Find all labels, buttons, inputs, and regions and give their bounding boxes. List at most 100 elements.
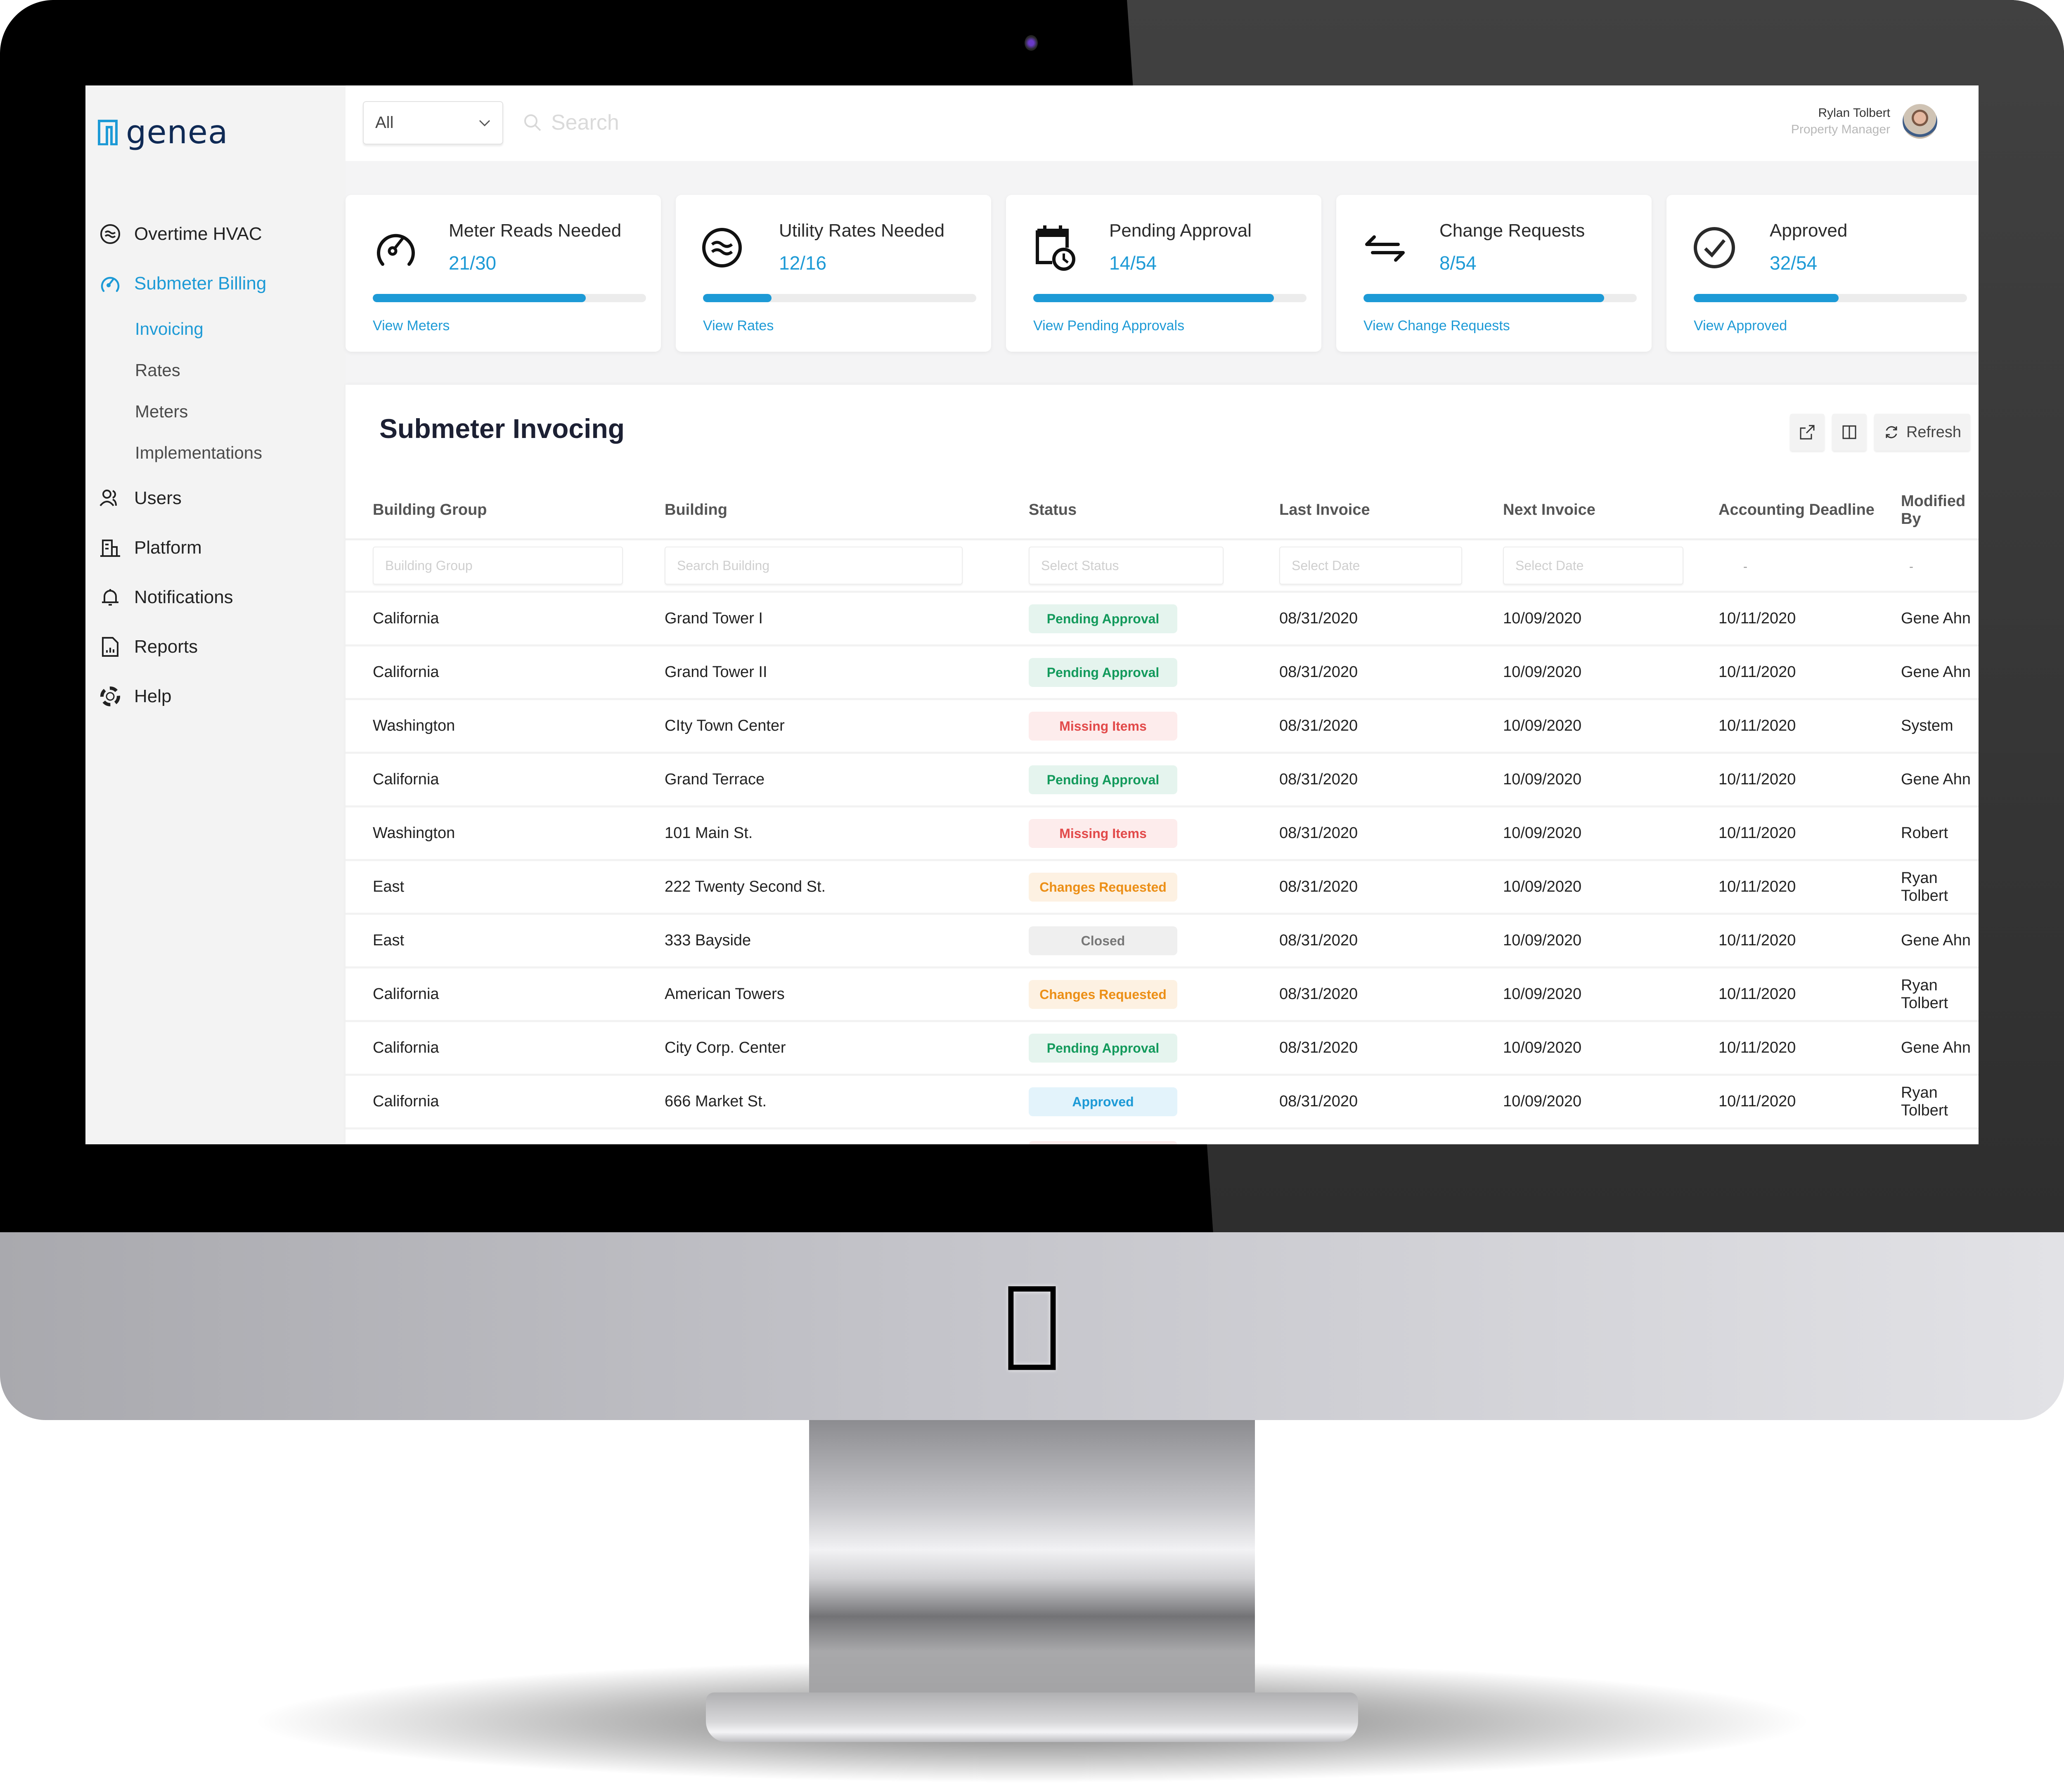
refresh-button[interactable]: Refresh: [1874, 414, 1970, 451]
sidebar-item-label: Help: [134, 686, 172, 706]
building-group-cell: California: [346, 1021, 664, 1076]
last-invoice-cell: 08/31/2020: [1279, 1128, 1503, 1144]
status-cell: Pending Approval: [1028, 753, 1279, 807]
building-group-cell: California: [346, 1128, 664, 1144]
columns-button[interactable]: [1832, 414, 1867, 451]
column-header-building[interactable]: Building: [664, 482, 1028, 540]
view-approved-link[interactable]: View Approved: [1694, 318, 1787, 334]
sidebar-item-platform[interactable]: Platform: [99, 523, 338, 573]
column-header-building-group[interactable]: Building Group: [346, 482, 664, 540]
genea-logo[interactable]: genea: [98, 116, 228, 149]
last-invoice-cell: 08/31/2020: [1279, 753, 1503, 807]
deadline-filter-placeholder: -: [1743, 559, 1747, 573]
sidebar-item-users[interactable]: Users: [99, 473, 338, 523]
table-row[interactable]: California 666 Market St. Approved 08/31/20…: [346, 1075, 1979, 1129]
search-bar: [523, 106, 1142, 139]
building-cell: 222 Twenty Second St.: [664, 860, 1028, 915]
kpi-card-change-requests: Change Requests 8/54 View Change Request…: [1336, 195, 1652, 352]
building-search-filter[interactable]: [665, 547, 963, 585]
sidebar-subitem-implementations[interactable]: Implementations: [135, 432, 338, 473]
status-badge: Pending Approval: [1029, 1033, 1177, 1063]
card-count: 14/54: [1109, 252, 1157, 274]
column-header-last-invoice[interactable]: Last Invoice: [1279, 482, 1503, 540]
table-row[interactable]: California19100 Von Karman AveMissing It…: [346, 1128, 1979, 1144]
avatar[interactable]: [1903, 104, 1937, 139]
modified-by-cell: Ryan Tolbert: [1901, 967, 1979, 1022]
building-cell: American Towers: [664, 967, 1028, 1022]
card-progress-bar: [373, 294, 646, 302]
status-cell: Pending Approval: [1028, 1021, 1279, 1076]
column-header-modified-by[interactable]: Modified By: [1901, 482, 1979, 540]
sidebar-subitem-meters[interactable]: Meters: [135, 391, 338, 432]
accounting-deadline-cell: 10/11/2020: [1718, 914, 1901, 968]
table-row[interactable]: Washington 101 Main St. Missing Items 08/31…: [346, 806, 1979, 861]
table-row[interactable]: California City Corp. Center Pending Appro…: [346, 1021, 1979, 1076]
sidebar-item-label: Overtime HVAC: [134, 224, 262, 244]
status-badge: Missing Items: [1029, 711, 1177, 741]
sidebar-item-reports[interactable]: Reports: [99, 622, 338, 672]
next-invoice-cell: 10/09/2020: [1503, 806, 1718, 861]
apple-logo-icon: : [991, 1271, 1073, 1371]
accounting-deadline-cell: 10/11/2020: [1718, 1075, 1901, 1129]
filter-row: - -: [346, 539, 1979, 593]
export-button[interactable]: [1789, 414, 1825, 451]
status-cell: Changes Requested: [1028, 967, 1279, 1022]
modified-by-filter-placeholder: -: [1909, 559, 1913, 573]
table-row[interactable]: California Grand Terrace Pending Approval 0…: [346, 753, 1979, 807]
status-badge: Pending Approval: [1029, 604, 1177, 633]
next-invoice-cell: 10/09/2020: [1503, 1128, 1718, 1144]
view-pending-approvals-link[interactable]: View Pending Approvals: [1033, 318, 1184, 334]
last-invoice-date-filter[interactable]: [1279, 547, 1462, 585]
sidebar-item-help[interactable]: Help: [99, 672, 338, 721]
status-badge: Pending Approval: [1029, 658, 1177, 687]
view-meters-link[interactable]: View Meters: [373, 318, 450, 334]
column-header-accounting-deadline[interactable]: Accounting Deadline: [1718, 482, 1901, 540]
sidebar-subitem-invoicing[interactable]: Invoicing: [135, 308, 338, 350]
sidebar-subitem-rates[interactable]: Rates: [135, 350, 338, 391]
view-rates-link[interactable]: View Rates: [703, 318, 774, 334]
scope-select-value: All: [375, 114, 394, 132]
table-row[interactable]: Washington CIty Town Center Missing Items 0…: [346, 699, 1979, 754]
page-title: Submeter Invocing: [379, 413, 625, 444]
user-name: Rylan Tolbert: [1818, 106, 1890, 120]
sidebar-item-label: Reports: [134, 637, 198, 657]
swap-arrows-icon: [1365, 235, 1405, 262]
calendar-clock-icon: [1036, 225, 1075, 271]
invoicing-panel: Submeter Invocing Refresh Building Group…: [346, 385, 1979, 1144]
scope-select[interactable]: All: [363, 101, 503, 144]
sidebar-item-overtime-hvac[interactable]: Overtime HVAC: [99, 209, 338, 259]
sidebar-item-submeter-billing[interactable]: Submeter Billing: [99, 259, 338, 308]
export-icon: [1800, 425, 1815, 440]
refresh-label: Refresh: [1906, 423, 1961, 441]
column-header-status[interactable]: Status: [1028, 482, 1279, 540]
table-row[interactable]: California American Towers Changes Request…: [346, 967, 1979, 1022]
table-row[interactable]: California Grand Tower I Pending Approval 0…: [346, 592, 1979, 646]
accounting-deadline-cell: 10/11/2020: [1718, 753, 1901, 807]
user-menu[interactable]: Rylan Tolbert Property Manager: [1791, 104, 1937, 139]
monitor-stand-foot: [706, 1693, 1358, 1742]
last-invoice-cell: 08/31/2020: [1279, 860, 1503, 915]
accounting-deadline-cell: 10/11/2020: [1718, 967, 1901, 1022]
status-cell: Missing Items: [1028, 806, 1279, 861]
table-row[interactable]: East 333 Bayside Closed 08/31/2020 10/09/202…: [346, 914, 1979, 968]
card-title: Utility Rates Needed: [779, 220, 945, 241]
status-cell: Approved: [1028, 1075, 1279, 1129]
user-info: Rylan Tolbert Property Manager: [1791, 106, 1890, 137]
card-progress-fill: [1694, 294, 1839, 302]
table-row[interactable]: California Grand Tower II Pending Approval…: [346, 645, 1979, 700]
last-invoice-cell: 08/31/2020: [1279, 1075, 1503, 1129]
check-circle-icon: [1694, 227, 1735, 268]
table-row[interactable]: East 222 Twenty Second St. Changes Request…: [346, 860, 1979, 915]
next-invoice-date-filter[interactable]: [1503, 547, 1683, 585]
column-header-next-invoice[interactable]: Next Invoice: [1503, 482, 1718, 540]
building-group-cell: California: [346, 645, 664, 700]
search-input[interactable]: [550, 110, 1130, 135]
sidebar-item-label: Platform: [134, 537, 202, 558]
building-group-filter[interactable]: [373, 547, 623, 585]
status-badge: Approved: [1029, 1087, 1177, 1116]
view-change-requests-link[interactable]: View Change Requests: [1363, 318, 1510, 334]
last-invoice-cell: 08/31/2020: [1279, 967, 1503, 1022]
status-select-filter[interactable]: [1029, 547, 1224, 585]
sidebar-item-label: Notifications: [134, 587, 233, 607]
sidebar-item-notifications[interactable]: Notifications: [99, 573, 338, 622]
